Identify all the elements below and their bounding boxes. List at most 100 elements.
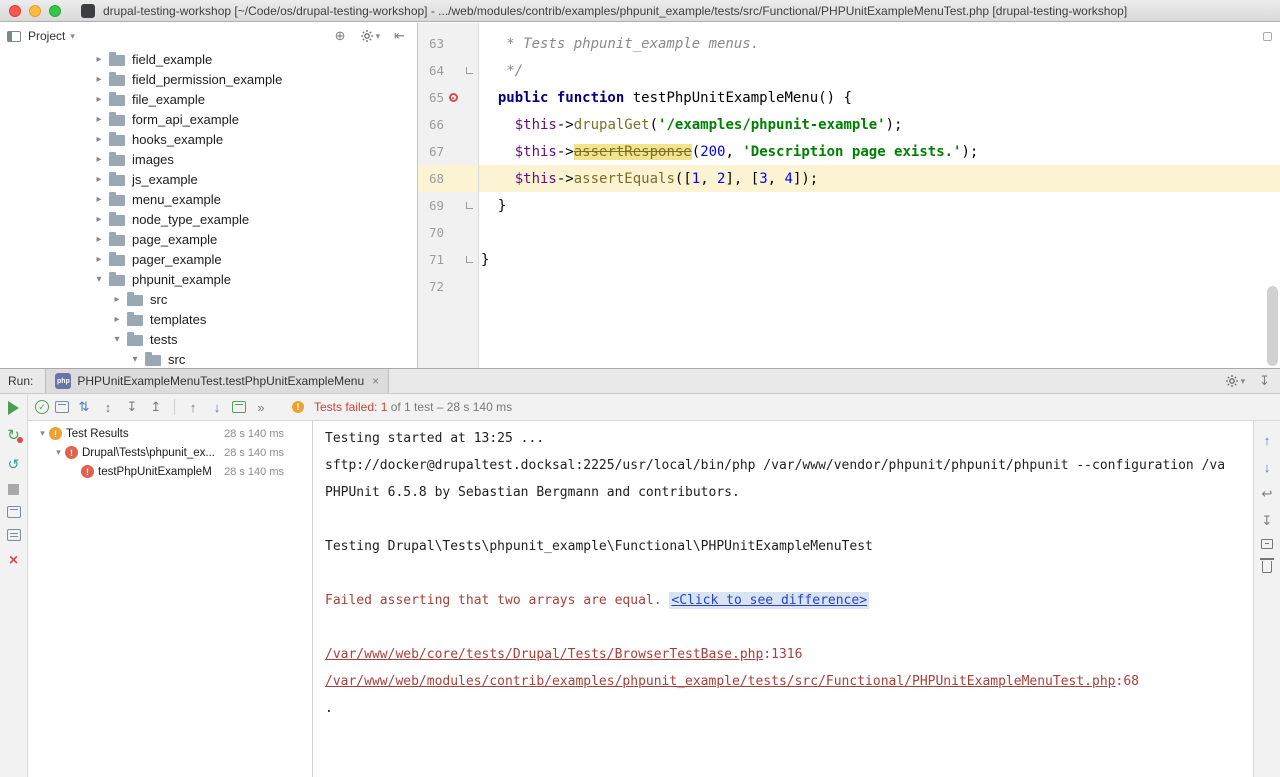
chevron-right-icon[interactable]: ▸ — [92, 174, 106, 185]
previous-failed-test-icon[interactable]: ↑ — [184, 398, 202, 416]
tree-item-pager_example[interactable]: ▸pager_example — [0, 249, 417, 269]
test-console[interactable]: Testing started at 13:25 ...sftp://docke… — [313, 421, 1253, 777]
chevron-right-icon[interactable]: ▸ — [92, 234, 106, 245]
tree-item-tests[interactable]: ▾tests — [0, 329, 417, 349]
test-tree-item[interactable]: ▾!Drupal\Tests\phpunit_ex...28 s 140 ms — [28, 443, 312, 462]
close-window-button[interactable] — [9, 5, 21, 17]
tree-item-phpunit_example[interactable]: ▾phpunit_example — [0, 269, 417, 289]
test-tree-item[interactable]: !testPhpUnitExampleM28 s 140 ms — [28, 462, 312, 481]
hide-window-icon[interactable]: ↧ — [1259, 373, 1270, 389]
tree-item-templates[interactable]: ▸templates — [0, 309, 417, 329]
run-label: Run: — [8, 374, 33, 388]
code-text[interactable]: * Tests phpunit_example menus. — [478, 36, 759, 52]
run-test-failed-icon[interactable] — [449, 93, 458, 102]
chevron-right-icon[interactable]: ▸ — [92, 54, 106, 65]
tree-item-label: menu_example — [132, 192, 221, 207]
tree-item-label: field_permission_example — [132, 72, 282, 87]
chevron-right-icon[interactable]: ▸ — [92, 114, 106, 125]
chevron-right-icon[interactable]: ▸ — [92, 134, 106, 145]
code-text[interactable]: */ — [478, 63, 523, 79]
chevron-down-icon[interactable]: ▾ — [70, 31, 75, 42]
rerun-failed-tests-button[interactable]: ↻ — [5, 426, 23, 444]
more-icon[interactable]: » — [252, 398, 270, 416]
tree-item-page_example[interactable]: ▸page_example — [0, 229, 417, 249]
tree-item-file_example[interactable]: ▸file_example — [0, 89, 417, 109]
test-tree-item[interactable]: ▾!Test Results28 s 140 ms — [28, 424, 312, 443]
tree-item-label: field_example — [132, 52, 212, 67]
code-text[interactable]: } — [478, 252, 489, 268]
fold-marker-icon[interactable] — [466, 67, 473, 74]
chevron-right-icon[interactable]: ▸ — [92, 94, 106, 105]
chevron-right-icon[interactable]: ▸ — [92, 194, 106, 205]
diff-link[interactable]: <Click to see difference> — [669, 592, 869, 609]
chevron-down-icon[interactable]: ▾ — [110, 334, 124, 345]
console-text: Failed asserting that two arrays are equ… — [325, 593, 669, 608]
code-text[interactable]: $this->assertEquals([1, 2], [3, 4]); — [478, 171, 818, 187]
run-tab[interactable]: php PHPUnitExampleMenuTest.testPhpUnitEx… — [45, 369, 389, 393]
minimize-window-button[interactable] — [29, 5, 41, 17]
code-text[interactable]: $this->drupalGet('/examples/phpunit-exam… — [478, 117, 902, 133]
rerun-tests-button[interactable] — [8, 401, 19, 415]
file-link[interactable]: /var/www/web/modules/contrib/examples/ph… — [325, 674, 1116, 689]
code-text[interactable]: } — [478, 198, 506, 214]
chevron-down-icon[interactable]: ▾ — [52, 447, 65, 458]
fold-marker-icon[interactable] — [466, 202, 473, 209]
run-settings-gear-icon[interactable]: ▾ — [1225, 374, 1246, 388]
zoom-window-button[interactable] — [49, 5, 61, 17]
sort-by-duration-icon[interactable]: ↕ — [99, 398, 117, 416]
collapse-all-icon[interactable]: ↥ — [147, 398, 165, 416]
locate-file-icon[interactable]: ⊕ — [335, 28, 346, 44]
restore-layout-button[interactable] — [7, 506, 21, 518]
clear-all-icon[interactable] — [1262, 561, 1272, 573]
close-tab-icon[interactable]: × — [372, 374, 379, 388]
editor-scrollbar[interactable] — [1267, 286, 1278, 366]
chevron-right-icon[interactable]: ▸ — [92, 154, 106, 165]
file-link[interactable]: /var/www/web/core/tests/Drupal/Tests/Bro… — [325, 647, 763, 662]
print-icon[interactable] — [1261, 539, 1273, 549]
tree-item-src[interactable]: ▾src — [0, 349, 417, 368]
chevron-right-icon[interactable]: ▸ — [92, 74, 106, 85]
tree-item-src[interactable]: ▸src — [0, 289, 417, 309]
tree-item-js_example[interactable]: ▸js_example — [0, 169, 417, 189]
pin-tab-button[interactable] — [7, 529, 21, 541]
tree-item-node_type_example[interactable]: ▸node_type_example — [0, 209, 417, 229]
test-history-icon[interactable] — [232, 401, 246, 413]
toggle-auto-test-button[interactable]: ↺ — [5, 455, 23, 473]
next-failed-test-icon[interactable]: ↓ — [208, 398, 226, 416]
down-stacktrace-icon[interactable]: ↓ — [1258, 458, 1276, 476]
hide-panel-icon[interactable]: ⇤ — [394, 28, 405, 44]
tree-item-field_example[interactable]: ▸ field_example — [0, 49, 417, 69]
fold-marker-icon[interactable] — [466, 256, 473, 263]
editor-gutter: 63 — [418, 30, 478, 57]
up-stacktrace-icon[interactable]: ↑ — [1258, 431, 1276, 449]
chevron-right-icon[interactable]: ▸ — [92, 254, 106, 265]
chevron-down-icon[interactable]: ▾ — [128, 354, 142, 365]
code-line: 67 $this->assertResponse(200, 'Descripti… — [418, 138, 1280, 165]
project-panel: Project ▾ ⊕ ▾ ⇤ ▸field_example▸field_per… — [0, 23, 418, 368]
show-ignored-icon[interactable] — [55, 401, 69, 413]
close-button[interactable]: × — [5, 552, 23, 570]
scroll-to-end-icon[interactable]: ↧ — [1258, 512, 1276, 530]
tree-item-field_permission_example[interactable]: ▸ field_permission_example — [0, 69, 417, 89]
soft-wrap-icon[interactable]: ↩ — [1258, 485, 1276, 503]
code-editor[interactable]: 63 * Tests phpunit_example menus.64 */65… — [418, 23, 1280, 368]
chevron-down-icon[interactable]: ▾ — [36, 428, 49, 439]
tree-item-images[interactable]: ▸images — [0, 149, 417, 169]
project-settings-icon[interactable]: ▾ — [360, 29, 381, 43]
line-number: 71 — [418, 252, 444, 267]
sort-alphabetically-icon[interactable]: ⇅ — [75, 398, 93, 416]
code-text[interactable]: $this->assertResponse(200, 'Description … — [478, 144, 978, 160]
inspections-widget-icon[interactable] — [1263, 32, 1272, 41]
tree-item-form_api_example[interactable]: ▸form_api_example — [0, 109, 417, 129]
stop-button[interactable] — [8, 484, 19, 495]
chevron-right-icon[interactable]: ▸ — [110, 294, 124, 305]
editor-gutter: 66 — [418, 111, 478, 138]
tree-item-menu_example[interactable]: ▸ menu_example — [0, 189, 417, 209]
chevron-right-icon[interactable]: ▸ — [92, 214, 106, 225]
hide-passed-icon[interactable]: ✓ — [35, 400, 49, 414]
code-text[interactable]: public function testPhpUnitExampleMenu()… — [478, 90, 852, 106]
tree-item-hooks_example[interactable]: ▸hooks_example — [0, 129, 417, 149]
chevron-right-icon[interactable]: ▸ — [110, 314, 124, 325]
expand-all-icon[interactable]: ↧ — [123, 398, 141, 416]
chevron-down-icon[interactable]: ▾ — [92, 274, 106, 285]
